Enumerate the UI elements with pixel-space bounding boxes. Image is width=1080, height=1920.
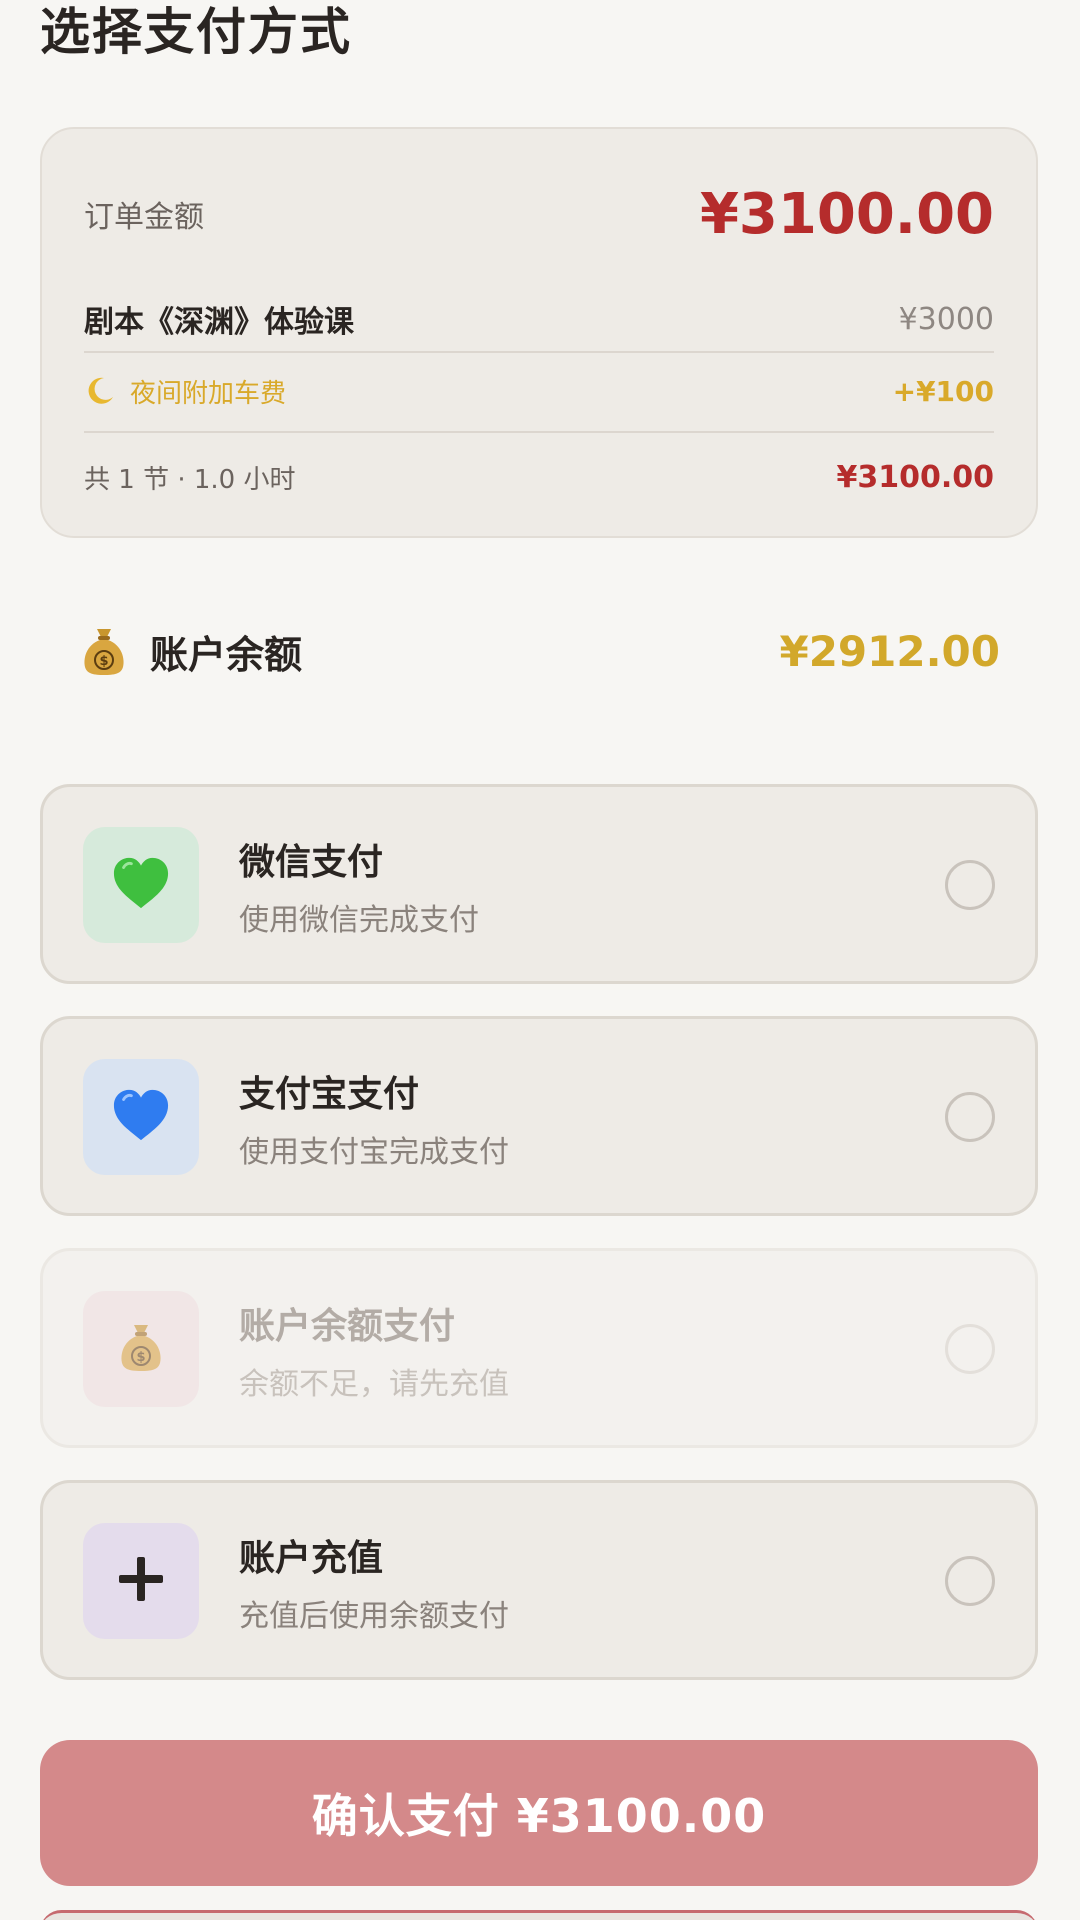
- payment-option-wechat[interactable]: 微信支付 使用微信完成支付: [40, 784, 1038, 984]
- recharge-title: 账户充值: [239, 1538, 384, 1579]
- balance-left: $ 账户余额: [80, 624, 302, 679]
- balance-label: 账户余额: [150, 632, 303, 677]
- order-amount-row: 订单金额 ¥3100.00: [84, 169, 994, 259]
- recharge-subtitle: 充值后使用余额支付: [239, 1599, 509, 1634]
- surcharge-value: +¥100: [892, 374, 994, 408]
- balance-pay-radio: [945, 1324, 995, 1374]
- session-summary: 共 1 节 · 1.0 小时: [84, 464, 296, 495]
- balance-pay-icon-box: $: [83, 1291, 199, 1407]
- confirm-pay-button[interactable]: 确认支付 ¥3100.00: [40, 1740, 1038, 1886]
- green-heart-icon: [110, 854, 172, 916]
- surcharge-label-wrap: 夜间附加车费: [84, 373, 286, 410]
- alipay-title: 支付宝支付: [239, 1074, 420, 1115]
- surcharge-label: 夜间附加车费: [130, 378, 287, 409]
- payment-option-recharge[interactable]: 账户充值 充值后使用余额支付: [40, 1480, 1038, 1680]
- account-balance-row: $ 账户余额 ¥2912.00: [80, 618, 1000, 684]
- alipay-radio[interactable]: [945, 1092, 995, 1142]
- wechat-pay-title: 微信支付: [239, 842, 384, 883]
- wechat-pay-radio[interactable]: [945, 860, 995, 910]
- recharge-icon-box: [83, 1523, 199, 1639]
- payment-method-page: 选择支付方式 订单金额 ¥3100.00 剧本《深渊》体验课 ¥3000 夜间附…: [0, 0, 1080, 1920]
- alipay-subtitle: 使用支付宝完成支付: [239, 1135, 509, 1170]
- total-value: ¥3100.00: [836, 459, 994, 495]
- secondary-button-edge[interactable]: [40, 1910, 1038, 1920]
- blue-heart-icon: [110, 1086, 172, 1148]
- divider: [84, 351, 994, 353]
- wechat-icon-box: [83, 827, 199, 943]
- alipay-icon-box: [83, 1059, 199, 1175]
- svg-text:$: $: [99, 654, 108, 669]
- page-title: 选择支付方式: [40, 3, 352, 61]
- money-bag-icon: $: [80, 625, 128, 677]
- course-row: 剧本《深渊》体验课 ¥3000: [84, 289, 994, 349]
- course-name: 剧本《深渊》体验课: [84, 305, 354, 340]
- order-amount-label: 订单金额: [84, 200, 204, 235]
- payment-option-balance: $ 账户余额支付 余额不足，请先充值: [40, 1248, 1038, 1448]
- balance-value: ¥2912.00: [779, 626, 1000, 676]
- payment-option-alipay[interactable]: 支付宝支付 使用支付宝完成支付: [40, 1016, 1038, 1216]
- divider: [84, 431, 994, 433]
- moon-icon: [84, 375, 116, 407]
- balance-pay-subtitle: 余额不足，请先充值: [239, 1367, 509, 1402]
- order-summary-card: 订单金额 ¥3100.00 剧本《深渊》体验课 ¥3000 夜间附加车费 +¥1…: [40, 127, 1038, 538]
- surcharge-row: 夜间附加车费 +¥100: [84, 359, 994, 423]
- course-price: ¥3000: [898, 301, 994, 337]
- wechat-pay-subtitle: 使用微信完成支付: [239, 903, 479, 938]
- recharge-radio[interactable]: [945, 1556, 995, 1606]
- order-amount-value: ¥3100.00: [699, 181, 994, 247]
- plus-icon: [117, 1555, 165, 1607]
- total-row: 共 1 节 · 1.0 小时 ¥3100.00: [84, 445, 994, 509]
- money-bag-icon: $: [117, 1321, 165, 1377]
- balance-pay-title: 账户余额支付: [239, 1306, 456, 1347]
- svg-text:$: $: [136, 1350, 145, 1365]
